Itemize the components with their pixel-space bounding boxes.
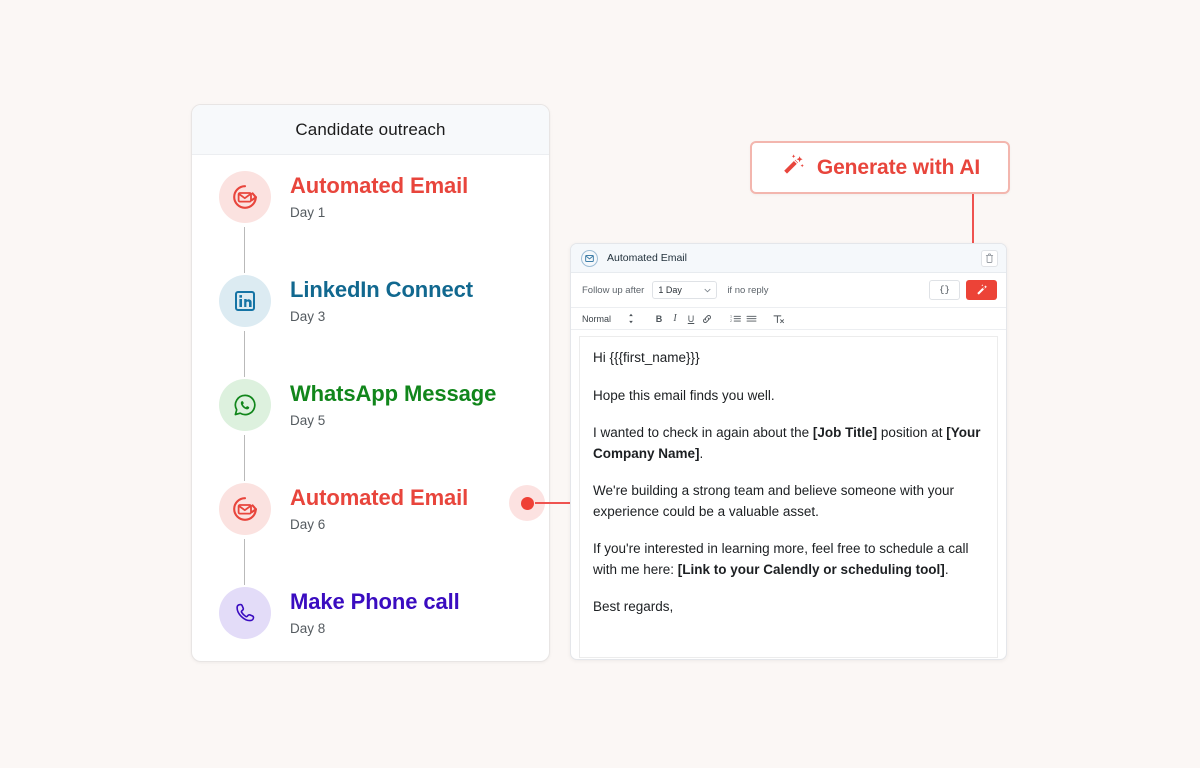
screen: Candidate outreach Automated Email Day 1	[0, 0, 1200, 768]
email-editor-header: Automated Email	[571, 244, 1006, 273]
step-day: Day 3	[290, 308, 326, 324]
step-title: Automated Email	[290, 485, 469, 510]
text-run-bold: [Job Title]	[812, 425, 878, 441]
followup-delay-value: 1 Day	[658, 285, 682, 295]
step-title: Make Phone call	[290, 589, 460, 614]
email-paragraph: I wanted to check in again about the [Jo…	[593, 423, 984, 464]
step-text: Make Phone call Day 8	[290, 587, 460, 636]
followup-suffix: if no reply	[727, 284, 769, 296]
phone-icon	[219, 587, 271, 639]
step-day: Day 6	[290, 516, 326, 532]
step-text: WhatsApp Message Day 5	[290, 379, 496, 428]
ordered-list-icon[interactable]: 1 2	[727, 311, 743, 327]
text-run: Best regards,	[593, 599, 674, 615]
step-title: LinkedIn Connect	[290, 277, 473, 302]
text-run: .	[944, 561, 949, 577]
email-paragraph: We're building a strong team and believe…	[593, 481, 984, 522]
svg-text:2: 2	[730, 319, 732, 323]
bullet-list-icon[interactable]	[743, 311, 759, 327]
chevron-down-icon	[704, 285, 711, 295]
text-run-bold: [Link to your Calendly or scheduling too…	[677, 561, 945, 577]
step-title: Automated Email	[290, 173, 469, 198]
text-run: position at	[877, 425, 947, 441]
sequence-step[interactable]: Automated Email Day 1	[192, 171, 549, 275]
clear-format-icon[interactable]	[771, 311, 787, 327]
automated-email-icon	[219, 171, 271, 223]
followup-delay-select[interactable]: 1 Day	[652, 281, 718, 299]
email-editor-title: Automated Email	[607, 252, 687, 264]
formatting-toolbar: Normal B I U 1 2	[571, 308, 1006, 330]
text-run: Hope this email finds you well.	[593, 387, 775, 403]
underline-icon[interactable]: U	[683, 311, 699, 327]
envelope-icon	[581, 249, 598, 267]
svg-text:1: 1	[730, 315, 732, 319]
step-day: Day 1	[290, 204, 326, 220]
step-connector-line	[244, 539, 245, 585]
step-title: WhatsApp Message	[290, 381, 497, 406]
sequence-steps-list: Automated Email Day 1 LinkedIn Connect D…	[192, 155, 549, 639]
email-paragraph: Hope this email finds you well.	[593, 386, 984, 407]
style-stepper-icon[interactable]	[623, 311, 639, 327]
sequence-title: Candidate outreach	[295, 119, 446, 139]
generate-with-ai-label: Generate with AI	[816, 155, 981, 179]
step-connector-line	[244, 435, 245, 481]
email-paragraph: If you're interested in learning more, f…	[593, 539, 984, 580]
sequence-step[interactable]: LinkedIn Connect Day 3	[192, 275, 549, 379]
linkedin-icon	[219, 275, 271, 327]
step-text: LinkedIn Connect Day 3	[290, 275, 473, 324]
sequence-card: Candidate outreach Automated Email Day 1	[191, 104, 550, 662]
italic-icon[interactable]: I	[667, 311, 683, 327]
dot-icon	[520, 496, 534, 510]
sequence-step[interactable]: Make Phone call Day 8	[192, 587, 549, 639]
email-body-editor[interactable]: Hi {{{first_name}}} Hope this email find…	[579, 336, 998, 658]
variables-button-label: {}	[939, 285, 950, 295]
whatsapp-icon	[219, 379, 271, 431]
trash-icon[interactable]	[981, 249, 998, 267]
text-run: We're building a strong team and believe…	[593, 483, 955, 519]
step-day: Day 5	[290, 412, 326, 428]
step-text: Automated Email Day 6	[290, 483, 468, 532]
link-icon[interactable]	[699, 311, 715, 327]
sequence-step[interactable]: WhatsApp Message Day 5	[192, 379, 549, 483]
followup-label: Follow up after	[582, 284, 645, 296]
sequence-card-header: Candidate outreach	[192, 105, 549, 155]
sequence-step[interactable]: Automated Email Day 6	[192, 483, 549, 587]
curly-braces-icon[interactable]: {}	[929, 280, 960, 300]
email-editor-panel: Automated Email Follow up after 1 Day if…	[570, 243, 1007, 660]
followup-row: Follow up after 1 Day if no reply {}	[571, 273, 1006, 308]
step-connector-line	[244, 227, 245, 273]
step-text: Automated Email Day 1	[290, 171, 468, 220]
step-connector-line	[244, 331, 245, 377]
style-select-label[interactable]: Normal	[582, 314, 611, 324]
text-run: Hi {{{first_name}}}	[593, 350, 700, 365]
text-run: I wanted to check in again about the	[593, 425, 813, 441]
magic-wand-icon	[780, 152, 806, 183]
bold-icon[interactable]: B	[651, 311, 667, 327]
automated-email-icon	[219, 483, 271, 535]
generate-with-ai-button[interactable]: Generate with AI	[750, 141, 1010, 194]
email-paragraph: Best regards,	[593, 597, 984, 618]
step-day: Day 8	[290, 620, 326, 636]
text-run: .	[699, 445, 704, 461]
email-paragraph: Hi {{{first_name}}}	[593, 348, 984, 369]
editor-magic-wand-icon[interactable]	[966, 280, 997, 300]
